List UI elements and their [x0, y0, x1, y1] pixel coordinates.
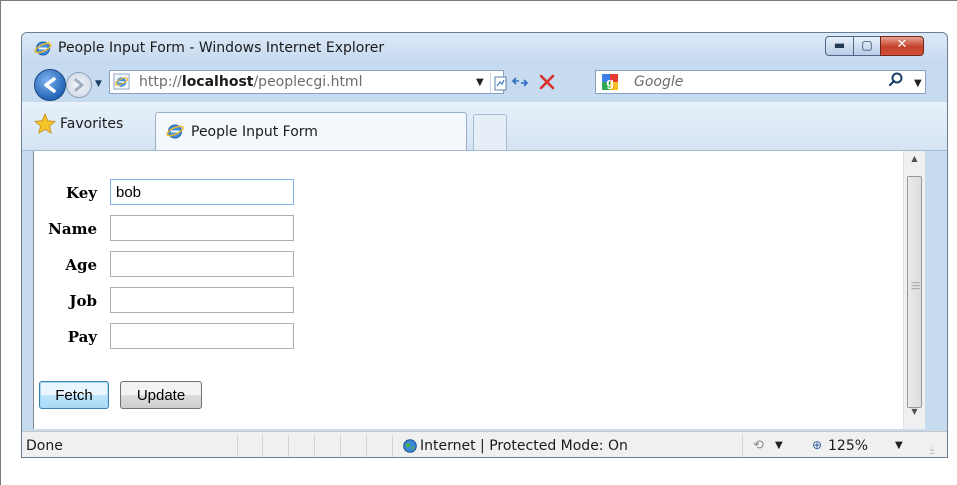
maximize-button[interactable]: ▢: [853, 36, 881, 56]
stop-icon: [539, 74, 555, 90]
page-frame-left: [0, 0, 1, 485]
recent-pages-dropdown-icon[interactable]: ▼: [95, 79, 102, 89]
title-bar: People Input Form - Windows Internet Exp…: [22, 33, 947, 65]
ie-page-icon: [166, 124, 184, 139]
maximize-icon: ▢: [861, 38, 873, 52]
new-tab-button[interactable]: [473, 114, 507, 150]
status-divider: [237, 435, 238, 457]
job-label: Job: [69, 292, 97, 310]
fetch-button[interactable]: Fetch: [39, 381, 109, 409]
ie-logo-icon: [34, 41, 52, 56]
page-content: Key Name Age Job Pay Fetch Update: [33, 151, 904, 429]
refresh-button[interactable]: [510, 72, 530, 92]
google-logo-icon: g: [602, 74, 618, 90]
status-divider: [262, 435, 263, 457]
tab-label: People Input Form: [191, 124, 318, 140]
page-frame-top: [0, 0, 957, 1]
search-box[interactable]: g Google: [595, 70, 926, 94]
navigation-bar: ▼ http://localhost/peoplecgi.html ▼ g Go…: [22, 65, 947, 102]
compatibility-view-button[interactable]: [490, 73, 511, 93]
status-divider: [366, 435, 367, 457]
window-title: People Input Form - Windows Internet Exp…: [58, 40, 385, 56]
tab-people-input-form[interactable]: People Input Form: [155, 112, 467, 150]
forward-arrow-icon: [74, 78, 84, 92]
security-dropdown-icon[interactable]: ▼: [775, 440, 783, 451]
zoom-level[interactable]: 125%: [828, 438, 868, 454]
scroll-up-arrow-icon[interactable]: ▲: [904, 154, 925, 174]
back-arrow-icon: [44, 77, 56, 93]
address-bar[interactable]: http://localhost/peoplecgi.html ▼: [109, 70, 507, 94]
pay-label: Pay: [67, 328, 97, 346]
refresh-icon: [511, 77, 529, 87]
close-icon: ✕: [896, 37, 908, 52]
page-icon: [113, 73, 130, 90]
vertical-scrollbar[interactable]: ▲ — — — ▼: [903, 151, 925, 429]
age-label: Age: [65, 256, 97, 274]
search-placeholder: Google: [634, 74, 684, 90]
compatibility-icon: [494, 76, 507, 91]
status-divider: [392, 435, 393, 457]
url-scheme: http://: [139, 74, 182, 90]
key-label: Key: [66, 184, 97, 202]
status-bar: Done Internet | Protected Mode: On ⟲ ▼ ⊕…: [22, 431, 947, 457]
search-options-dropdown-icon[interactable]: ▼: [914, 78, 922, 89]
scrollbar-grip-icon: — — —: [911, 278, 920, 294]
status-divider: [314, 435, 315, 457]
address-dropdown-icon[interactable]: ▼: [476, 77, 484, 88]
minimize-icon: ▬: [833, 38, 846, 52]
status-text: Done: [26, 438, 63, 454]
browser-window: People Input Form - Windows Internet Exp…: [21, 32, 948, 458]
status-divider: [340, 435, 341, 457]
favorites-bar: Favorites People Input Form: [22, 102, 947, 151]
scroll-down-arrow-icon[interactable]: ▼: [904, 407, 925, 427]
key-input[interactable]: [110, 179, 294, 205]
globe-icon: [403, 439, 417, 453]
search-icon[interactable]: [888, 72, 904, 88]
favorites-button[interactable]: Favorites: [60, 116, 123, 132]
url-host: localhost: [181, 74, 254, 90]
job-input[interactable]: [110, 287, 294, 313]
status-divider: [288, 435, 289, 457]
name-input[interactable]: [110, 215, 294, 241]
stop-button[interactable]: [537, 72, 557, 92]
name-label: Name: [48, 220, 97, 238]
svg-text:g: g: [606, 76, 613, 90]
zoom-icon[interactable]: ⊕: [812, 438, 822, 452]
favorites-star-icon: [34, 113, 56, 135]
pay-input[interactable]: [110, 323, 294, 349]
protected-mode-icon[interactable]: ⟲: [753, 438, 764, 453]
url-path: /peoplecgi.html: [253, 74, 363, 90]
status-divider: [742, 435, 743, 457]
resize-grip-icon[interactable]: .:.::: [929, 444, 935, 456]
scrollbar-thumb[interactable]: — — —: [907, 176, 922, 408]
age-input[interactable]: [110, 251, 294, 277]
forward-button[interactable]: [66, 72, 92, 98]
security-zone-text[interactable]: Internet | Protected Mode: On: [420, 438, 628, 454]
address-url: http://localhost/peoplecgi.html: [139, 74, 362, 90]
update-button[interactable]: Update: [120, 381, 202, 409]
back-button[interactable]: [34, 69, 66, 101]
zoom-dropdown-icon[interactable]: ▼: [895, 440, 903, 451]
close-button[interactable]: ✕: [880, 36, 924, 56]
minimize-button[interactable]: ▬: [825, 36, 854, 56]
